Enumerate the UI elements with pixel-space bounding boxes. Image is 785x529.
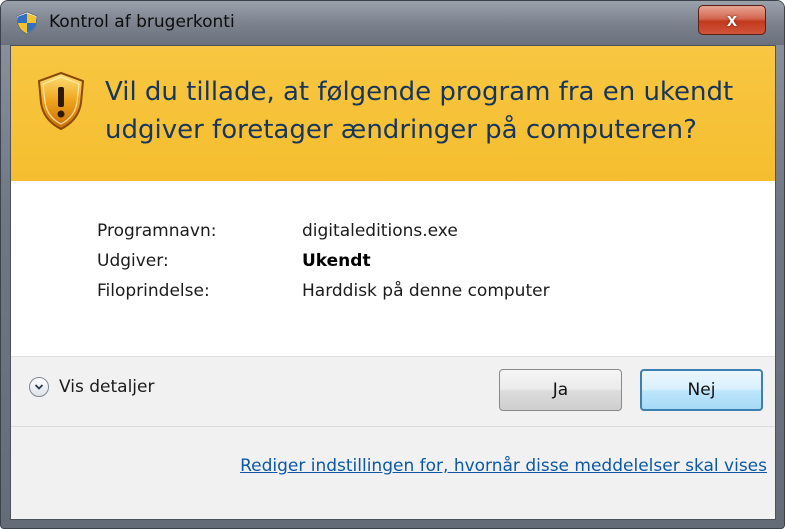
show-details-label: Vis detaljer [59,377,155,397]
no-button[interactable]: Nej [640,369,763,411]
warning-message: Vil du tillade, at følgende program fra … [105,77,734,145]
program-details: Programnavn: digitaleditions.exe Udgiver… [11,181,775,356]
chevron-down-icon [29,377,49,397]
file-origin-label: Filoprindelse: [97,281,210,301]
change-settings-link[interactable]: Rediger indstillingen for, hvornår disse… [240,456,767,476]
program-name-value: digitaleditions.exe [302,221,458,241]
close-button[interactable]: x [698,5,766,35]
publisher-label: Udgiver: [97,251,169,271]
close-icon: x [726,9,737,30]
warning-shield-icon [37,71,85,131]
dialog-footer: Rediger indstillingen for, hvornår disse… [11,426,775,519]
uac-dialog: Kontrol af brugerkonti x Vil du tillade,… [0,0,785,529]
show-details-toggle[interactable]: Vis detaljer [29,377,154,397]
warning-banner: Vil du tillade, at følgende program fra … [11,46,775,181]
yes-button[interactable]: Ja [499,369,622,411]
action-bar: Vis detaljer Ja Nej [11,356,775,426]
dialog-content: Vil du tillade, at følgende program fra … [10,45,776,520]
window-title: Kontrol af brugerkonti [49,12,235,32]
file-origin-value: Harddisk på denne computer [302,281,550,301]
title-bar: Kontrol af brugerkonti x [1,1,784,45]
uac-shield-icon [16,11,38,35]
program-name-label: Programnavn: [97,221,217,241]
publisher-value: Ukendt [302,251,371,271]
